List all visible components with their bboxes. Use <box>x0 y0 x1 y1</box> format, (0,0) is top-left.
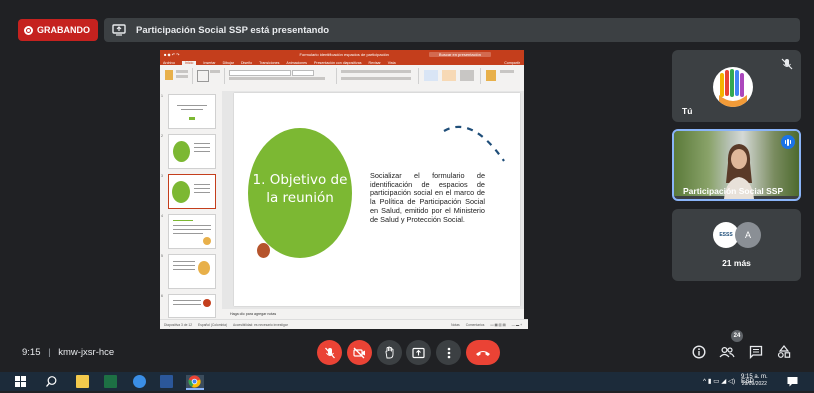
slide-thumbnail[interactable] <box>168 94 216 129</box>
slide-title: 1. Objetivo de la reunión <box>252 172 348 206</box>
meet-control-bar: 9:15 | kmw-jxsr-hce 24 <box>0 330 814 370</box>
top-bar: GRABANDO Participación Social SSP está p… <box>0 0 814 44</box>
presenting-text: Participación Social SSP está presentand… <box>136 24 330 36</box>
slide-thumbnail[interactable] <box>168 134 216 169</box>
raised-hands-image <box>719 69 747 107</box>
meeting-info: 9:15 | kmw-jxsr-hce <box>22 347 114 358</box>
hang-up-icon <box>476 350 490 356</box>
meeting-separator: | <box>48 347 51 358</box>
people-count-badge: 24 <box>731 330 743 342</box>
status-accessibility[interactable]: Accesibilidad: es necesario investigar <box>233 323 288 327</box>
slide-notes[interactable]: Haga clic para agregar notas <box>222 309 524 319</box>
clock-time: 9:15 a. m. <box>741 374 768 380</box>
mic-off-icon <box>781 58 793 70</box>
status-language[interactable]: Español (Colombia) <box>198 323 227 327</box>
slide-number: 3 <box>161 174 163 178</box>
ribbon-clipboard-group[interactable] <box>162 68 193 84</box>
ppt-window-title: Formulario identificación espacios de pa… <box>299 51 389 57</box>
raise-hand-button[interactable] <box>377 340 402 365</box>
ppt-body: 1 2 3 4 5 6 1. Objetivo de la reunión So… <box>160 91 524 319</box>
chrome-icon <box>188 375 201 388</box>
raise-hand-icon <box>385 346 393 359</box>
current-slide[interactable]: 1. Objetivo de la reunión Socializar el … <box>234 93 520 306</box>
slide-thumbnails-panel: 1 2 3 4 5 6 <box>160 91 222 319</box>
people-button[interactable] <box>718 343 736 361</box>
camera-toggle-button[interactable] <box>347 340 372 365</box>
ppt-tabs: Archivo Inicio Insertar Dibujar Diseño T… <box>160 58 524 65</box>
others-avatar-initial: A <box>735 222 761 248</box>
others-tile[interactable]: ESSS A 21 más <box>672 209 801 281</box>
status-notes-button[interactable]: Notas <box>451 323 460 327</box>
ribbon-slides-group[interactable] <box>194 68 225 84</box>
edge-icon[interactable] <box>133 375 146 388</box>
more-options-button[interactable] <box>436 340 461 365</box>
info-icon <box>692 345 706 359</box>
word-icon[interactable] <box>160 375 173 388</box>
ppt-search-box[interactable]: Buscar en presentación <box>428 51 491 57</box>
more-vert-icon <box>447 347 450 358</box>
clock-date: 29/09/2022 <box>741 381 767 387</box>
ppt-titlebar: ■ ◆ ↶ ↷ Formulario identificación espaci… <box>160 50 524 58</box>
slide-dashed-arc <box>443 125 505 162</box>
meeting-code: kmw-jxsr-hce <box>58 347 115 358</box>
notifications-icon[interactable] <box>786 375 799 388</box>
windows-start-icon[interactable] <box>14 375 27 388</box>
record-icon <box>24 25 33 35</box>
slide-number: 1 <box>161 94 163 98</box>
slide-number: 5 <box>161 254 163 258</box>
ppt-status-bar: Diapositiva 3 de 12 Español (Colombia) A… <box>160 319 528 329</box>
present-now-button[interactable] <box>406 340 431 365</box>
file-explorer-icon[interactable] <box>76 375 89 388</box>
speaking-indicator-icon <box>781 135 795 149</box>
mic-off-icon <box>324 347 335 358</box>
self-tile[interactable]: Tú <box>672 50 801 122</box>
ppt-quick-access-icons: ■ ◆ ↶ ↷ <box>164 51 180 57</box>
presenter-name: Participación Social SSP <box>683 186 784 196</box>
ppt-ribbon <box>160 65 524 92</box>
ribbon-editing-group[interactable] <box>482 68 520 84</box>
taskbar-clock[interactable]: 9:15 a. m. 29/09/2022 <box>741 374 768 388</box>
chrome-taskbar-button[interactable] <box>186 375 204 390</box>
presenting-banner: Participación Social SSP está presentand… <box>104 18 800 42</box>
slide-accent-dot <box>257 243 270 258</box>
self-name: Tú <box>682 106 693 116</box>
slide-number: 6 <box>161 294 163 298</box>
activities-button[interactable] <box>775 343 793 361</box>
slide-number: 4 <box>161 214 163 218</box>
activities-icon <box>777 345 791 358</box>
zoom-slider[interactable]: — ▬ + <box>512 323 522 327</box>
people-icon <box>719 346 735 358</box>
chat-icon <box>749 345 763 359</box>
shared-screen: ■ ◆ ↶ ↷ Formulario identificación espaci… <box>160 50 528 329</box>
slide-thumbnail-selected[interactable] <box>168 174 216 209</box>
meeting-details-button[interactable] <box>690 343 708 361</box>
leave-call-button[interactable] <box>466 340 500 365</box>
slide-thumbnail[interactable] <box>168 254 216 289</box>
recording-label: GRABANDO <box>37 25 90 35</box>
status-slide-count: Diapositiva 3 de 12 <box>164 322 193 327</box>
presenting-icon <box>112 24 126 36</box>
ribbon-drawing-group[interactable] <box>420 68 481 84</box>
chat-button[interactable] <box>747 343 765 361</box>
status-view-icons[interactable]: ▭ ▦ ▥ ▤ <box>490 323 505 327</box>
recording-badge[interactable]: GRABANDO <box>18 19 98 41</box>
excel-icon[interactable] <box>104 375 117 388</box>
search-icon[interactable] <box>45 375 58 388</box>
others-count: 21 más <box>722 258 751 268</box>
ribbon-paragraph-group[interactable] <box>338 68 419 84</box>
self-avatar <box>713 67 753 107</box>
tray-icons[interactable]: ^ ▮ ▭ ◢ ◁) <box>703 378 735 385</box>
presenter-tile[interactable]: Participación Social SSP <box>672 129 801 201</box>
meeting-time: 9:15 <box>22 347 41 358</box>
present-screen-icon <box>412 347 425 358</box>
windows-taskbar: ^ ▮ ▭ ◢ ◁) ESP 9:15 a. m. 29/09/2022 <box>0 372 814 391</box>
slide-number: 2 <box>161 134 163 138</box>
mic-toggle-button[interactable] <box>317 340 342 365</box>
ribbon-font-group[interactable] <box>226 68 337 84</box>
slide-thumbnail[interactable] <box>168 214 216 249</box>
slide-thumbnail[interactable] <box>168 294 216 318</box>
status-comments-button[interactable]: Comentarios <box>466 323 485 327</box>
camera-off-icon <box>353 347 365 358</box>
slide-body-text: Socializar el formulario de identificaci… <box>370 171 485 224</box>
